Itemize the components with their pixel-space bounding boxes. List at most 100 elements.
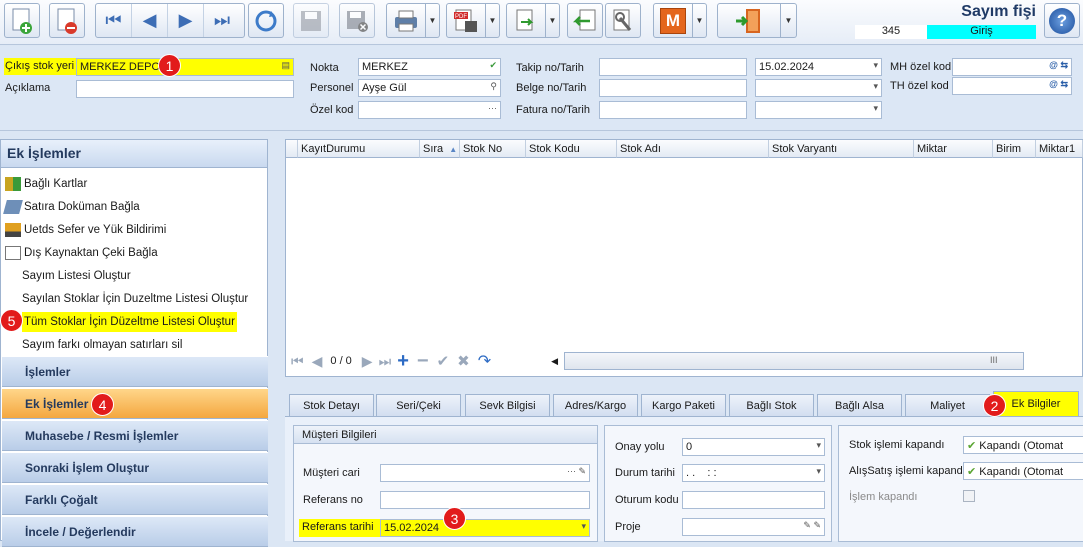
personel-input[interactable]: Ayşe Gül ⚲: [358, 79, 501, 97]
cancel-icon[interactable]: ✖: [457, 352, 470, 370]
print-button[interactable]: [386, 3, 426, 38]
stok-islemi-select[interactable]: ✔ Kapandı (Otomat: [963, 436, 1083, 454]
dropdown-arrow-icon[interactable]: ▾: [873, 81, 878, 92]
new-document-button[interactable]: [4, 3, 40, 38]
tab-adres-kargo[interactable]: Adres/Kargo: [553, 394, 638, 416]
onay-yolu-select[interactable]: 0 ▾: [682, 438, 825, 456]
column-stok-kodu[interactable]: Stok Kodu: [526, 140, 617, 158]
column-kayit-durumu[interactable]: KayıtDurumu: [298, 140, 420, 158]
proje-input[interactable]: ✎ ✎: [682, 518, 825, 536]
action-uetds-sefer[interactable]: Uetds Sefer ve Yük Bildirimi: [5, 220, 166, 240]
section-incele[interactable]: İncele / Değerlendir: [2, 516, 268, 547]
action-sayilan-stoklar[interactable]: Sayılan Stoklar İçin Duzeltme Listesi Ol…: [22, 289, 248, 309]
action-dis-kaynaktan-ceki[interactable]: Dış Kaynaktan Çeki Bağla: [5, 243, 158, 263]
column-sira[interactable]: Sıra ▲: [420, 140, 460, 158]
cikis-stok-yeri-input[interactable]: MERKEZ DEPO ▤: [76, 58, 294, 76]
fatura-no-input[interactable]: [599, 101, 747, 119]
exit-button[interactable]: [717, 3, 781, 38]
confirm-icon[interactable]: ✔: [437, 352, 450, 370]
durum-tarihi-input[interactable]: . . : : ▾: [682, 464, 825, 482]
belge-date-input[interactable]: ▾: [755, 79, 882, 97]
add-record-icon[interactable]: +: [397, 350, 409, 373]
scroll-left-icon[interactable]: ◀: [551, 356, 558, 367]
delete-document-button[interactable]: [49, 3, 85, 38]
pdf-dropdown[interactable]: ▼: [486, 3, 500, 38]
section-farkli-cogalt[interactable]: Farklı Çoğalt: [2, 484, 268, 515]
horizontal-scrollbar[interactable]: III: [564, 352, 1025, 370]
first-record-icon[interactable]: ⏮: [96, 4, 132, 37]
th-ozel-kod-input[interactable]: @ ⇆: [952, 77, 1072, 95]
column-miktar1[interactable]: Miktar1: [1036, 140, 1083, 158]
dropdown-arrow-icon[interactable]: ▾: [581, 521, 586, 532]
section-sonraki-islem[interactable]: Sonraki İşlem Oluştur: [2, 452, 268, 483]
section-muhasebe[interactable]: Muhasebe / Resmi İşlemler: [2, 420, 268, 451]
refresh-icon[interactable]: ↷: [478, 351, 491, 371]
tab-bagli-alsa[interactable]: Bağlı Alsa: [817, 394, 902, 416]
fatura-date-input[interactable]: ▾: [755, 101, 882, 119]
referans-tarihi-input[interactable]: 15.02.2024 ▾: [380, 519, 590, 537]
dropdown-arrow-icon[interactable]: ▾: [816, 466, 821, 477]
action-bagli-kartlar[interactable]: Bağlı Kartlar: [5, 174, 87, 194]
save-close-button[interactable]: [339, 3, 375, 38]
person-search-icon[interactable]: ⚲: [490, 81, 497, 92]
column-stok-varyanti[interactable]: Stok Varyantı: [769, 140, 914, 158]
action-satira-dokuman-bagla[interactable]: Satıra Doküman Bağla: [3, 197, 140, 217]
dropdown-arrow-icon[interactable]: ▾: [873, 60, 878, 71]
print-dropdown[interactable]: ▼: [426, 3, 440, 38]
takip-date-input[interactable]: 15.02.2024 ▾: [755, 58, 882, 76]
ellipsis-icon[interactable]: ···: [488, 103, 497, 113]
dropdown-arrow-icon[interactable]: ▾: [873, 103, 878, 114]
dropdown-arrow-icon[interactable]: ▾: [816, 440, 821, 451]
column-stok-adi[interactable]: Stok Adı: [617, 140, 769, 158]
mh-ozel-kod-input[interactable]: @ ⇆: [952, 58, 1072, 76]
column-birim[interactable]: Birim: [993, 140, 1036, 158]
last-record-icon[interactable]: ⏭: [204, 4, 240, 37]
tools-button[interactable]: [605, 3, 641, 38]
help-button[interactable]: ?: [1044, 3, 1080, 38]
tab-sevk-bilgisi[interactable]: Sevk Bilgisi: [465, 394, 550, 416]
aciklama-input[interactable]: [76, 80, 294, 98]
edit-lookup-icon[interactable]: ··· ✎: [567, 466, 586, 477]
nokta-input[interactable]: MERKEZ ✔: [358, 58, 501, 76]
alissatis-select[interactable]: ✔ Kapandı (Otomat: [963, 462, 1083, 480]
edit-lookup-icon[interactable]: ✎ ✎: [803, 520, 821, 531]
previous-record-icon[interactable]: ◀: [312, 353, 323, 370]
action-sayim-farki-sil[interactable]: Sayım farkı olmayan satırları sil: [22, 335, 182, 355]
export-dropdown[interactable]: ▼: [546, 3, 560, 38]
m-module-button[interactable]: M: [653, 3, 693, 38]
export-button[interactable]: [506, 3, 546, 38]
lookup-icon[interactable]: ▤: [281, 60, 290, 71]
referans-no-input[interactable]: [380, 491, 590, 509]
first-record-icon[interactable]: ⏮: [291, 353, 304, 370]
tab-seri-ceki[interactable]: Seri/Çeki: [376, 394, 461, 416]
at-sign-icon[interactable]: @ ⇆: [1049, 60, 1068, 71]
belge-no-input[interactable]: [599, 79, 747, 97]
next-record-icon[interactable]: ▶: [362, 353, 373, 370]
action-sayim-listesi[interactable]: Sayım Listesi Oluştur: [22, 266, 131, 286]
import-button[interactable]: [567, 3, 603, 38]
tab-bagli-stok[interactable]: Bağlı Stok: [729, 394, 814, 416]
islem-kapandi-checkbox[interactable]: [963, 490, 975, 502]
column-stok-no[interactable]: Stok No: [460, 140, 526, 158]
next-record-icon[interactable]: ▶: [168, 4, 204, 37]
pdf-button[interactable]: PDF: [446, 3, 486, 38]
action-tum-stoklar[interactable]: Tüm Stoklar İçin Düzeltme Listesi Oluştu…: [22, 312, 237, 332]
tab-maliyet[interactable]: Maliyet: [905, 394, 990, 416]
last-record-icon[interactable]: ⏭: [379, 353, 392, 370]
section-islemler[interactable]: İşlemler: [2, 356, 268, 387]
exit-dropdown[interactable]: ▼: [781, 3, 797, 38]
column-miktar[interactable]: Miktar: [914, 140, 993, 158]
takip-no-input[interactable]: [599, 58, 747, 76]
at-sign-icon[interactable]: @ ⇆: [1049, 79, 1068, 90]
previous-record-icon[interactable]: ◀: [132, 4, 168, 37]
m-module-dropdown[interactable]: ▼: [693, 3, 707, 38]
ozel-kod-input[interactable]: ···: [358, 101, 501, 119]
refresh-button[interactable]: [248, 3, 284, 38]
musteri-cari-input[interactable]: ··· ✎: [380, 464, 590, 482]
tab-kargo-paketi[interactable]: Kargo Paketi: [641, 394, 726, 416]
tab-stok-detayi[interactable]: Stok Detayı: [289, 394, 374, 416]
section-ek-islemler[interactable]: Ek İşlemler: [2, 388, 268, 419]
remove-record-icon[interactable]: −: [417, 350, 429, 373]
save-button[interactable]: [293, 3, 329, 38]
oturum-kodu-input[interactable]: [682, 491, 825, 509]
